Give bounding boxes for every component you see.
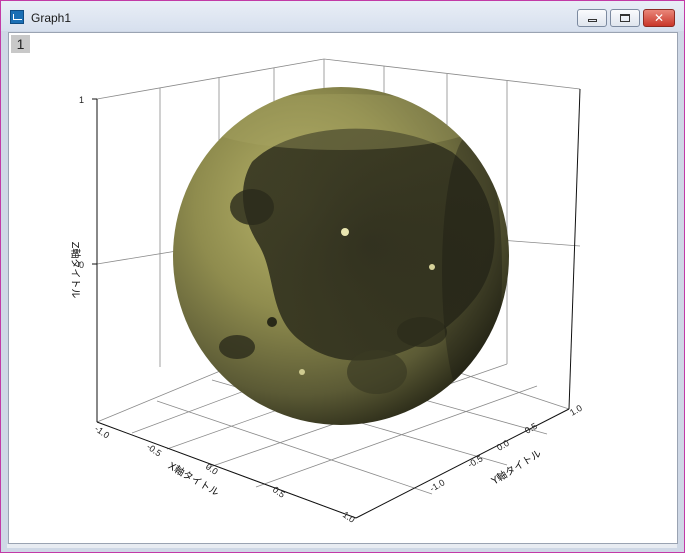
graph-window-icon[interactable] [10, 10, 24, 24]
minimize-icon [587, 19, 597, 22]
y-tick-label: 1.0 [568, 403, 584, 418]
x-tick-label: 0.5 [271, 484, 287, 499]
maximize-icon [620, 14, 630, 22]
graph-page[interactable]: 1 1 0 -1.0 -0.5 0.0 0.5 1.0 -1.0 -0.5 0.… [8, 32, 678, 544]
z-tick-label: 1 [79, 95, 84, 105]
z-axis-title[interactable]: Z軸タイトル [69, 242, 82, 299]
x-tick-label: 1.0 [341, 509, 357, 524]
window-title: Graph1 [31, 11, 72, 25]
close-button[interactable]: ✕ [643, 9, 675, 27]
moon-sphere [173, 87, 509, 425]
window-bottom-edge [7, 544, 677, 548]
title-bar[interactable]: Graph1 ✕ [1, 1, 684, 31]
x-tick-label: -0.5 [145, 441, 163, 458]
y-axis-title[interactable]: Y軸タイトル [488, 447, 543, 488]
y-tick-label: 0.5 [523, 421, 539, 436]
close-icon: ✕ [653, 11, 665, 25]
maximize-button[interactable] [610, 9, 640, 27]
x-tick-label: 0.0 [204, 461, 220, 476]
z-axis-ticks [92, 98, 97, 265]
minimize-button[interactable] [577, 9, 607, 27]
graph-window: Graph1 ✕ 1 1 0 -1.0 -0.5 0.0 0.5 1.0 -1.… [0, 0, 685, 553]
plot-3d[interactable]: 1 0 -1.0 -0.5 0.0 0.5 1.0 -1.0 -0.5 0.0 … [9, 33, 677, 543]
y-tick-label: -0.5 [466, 453, 484, 469]
